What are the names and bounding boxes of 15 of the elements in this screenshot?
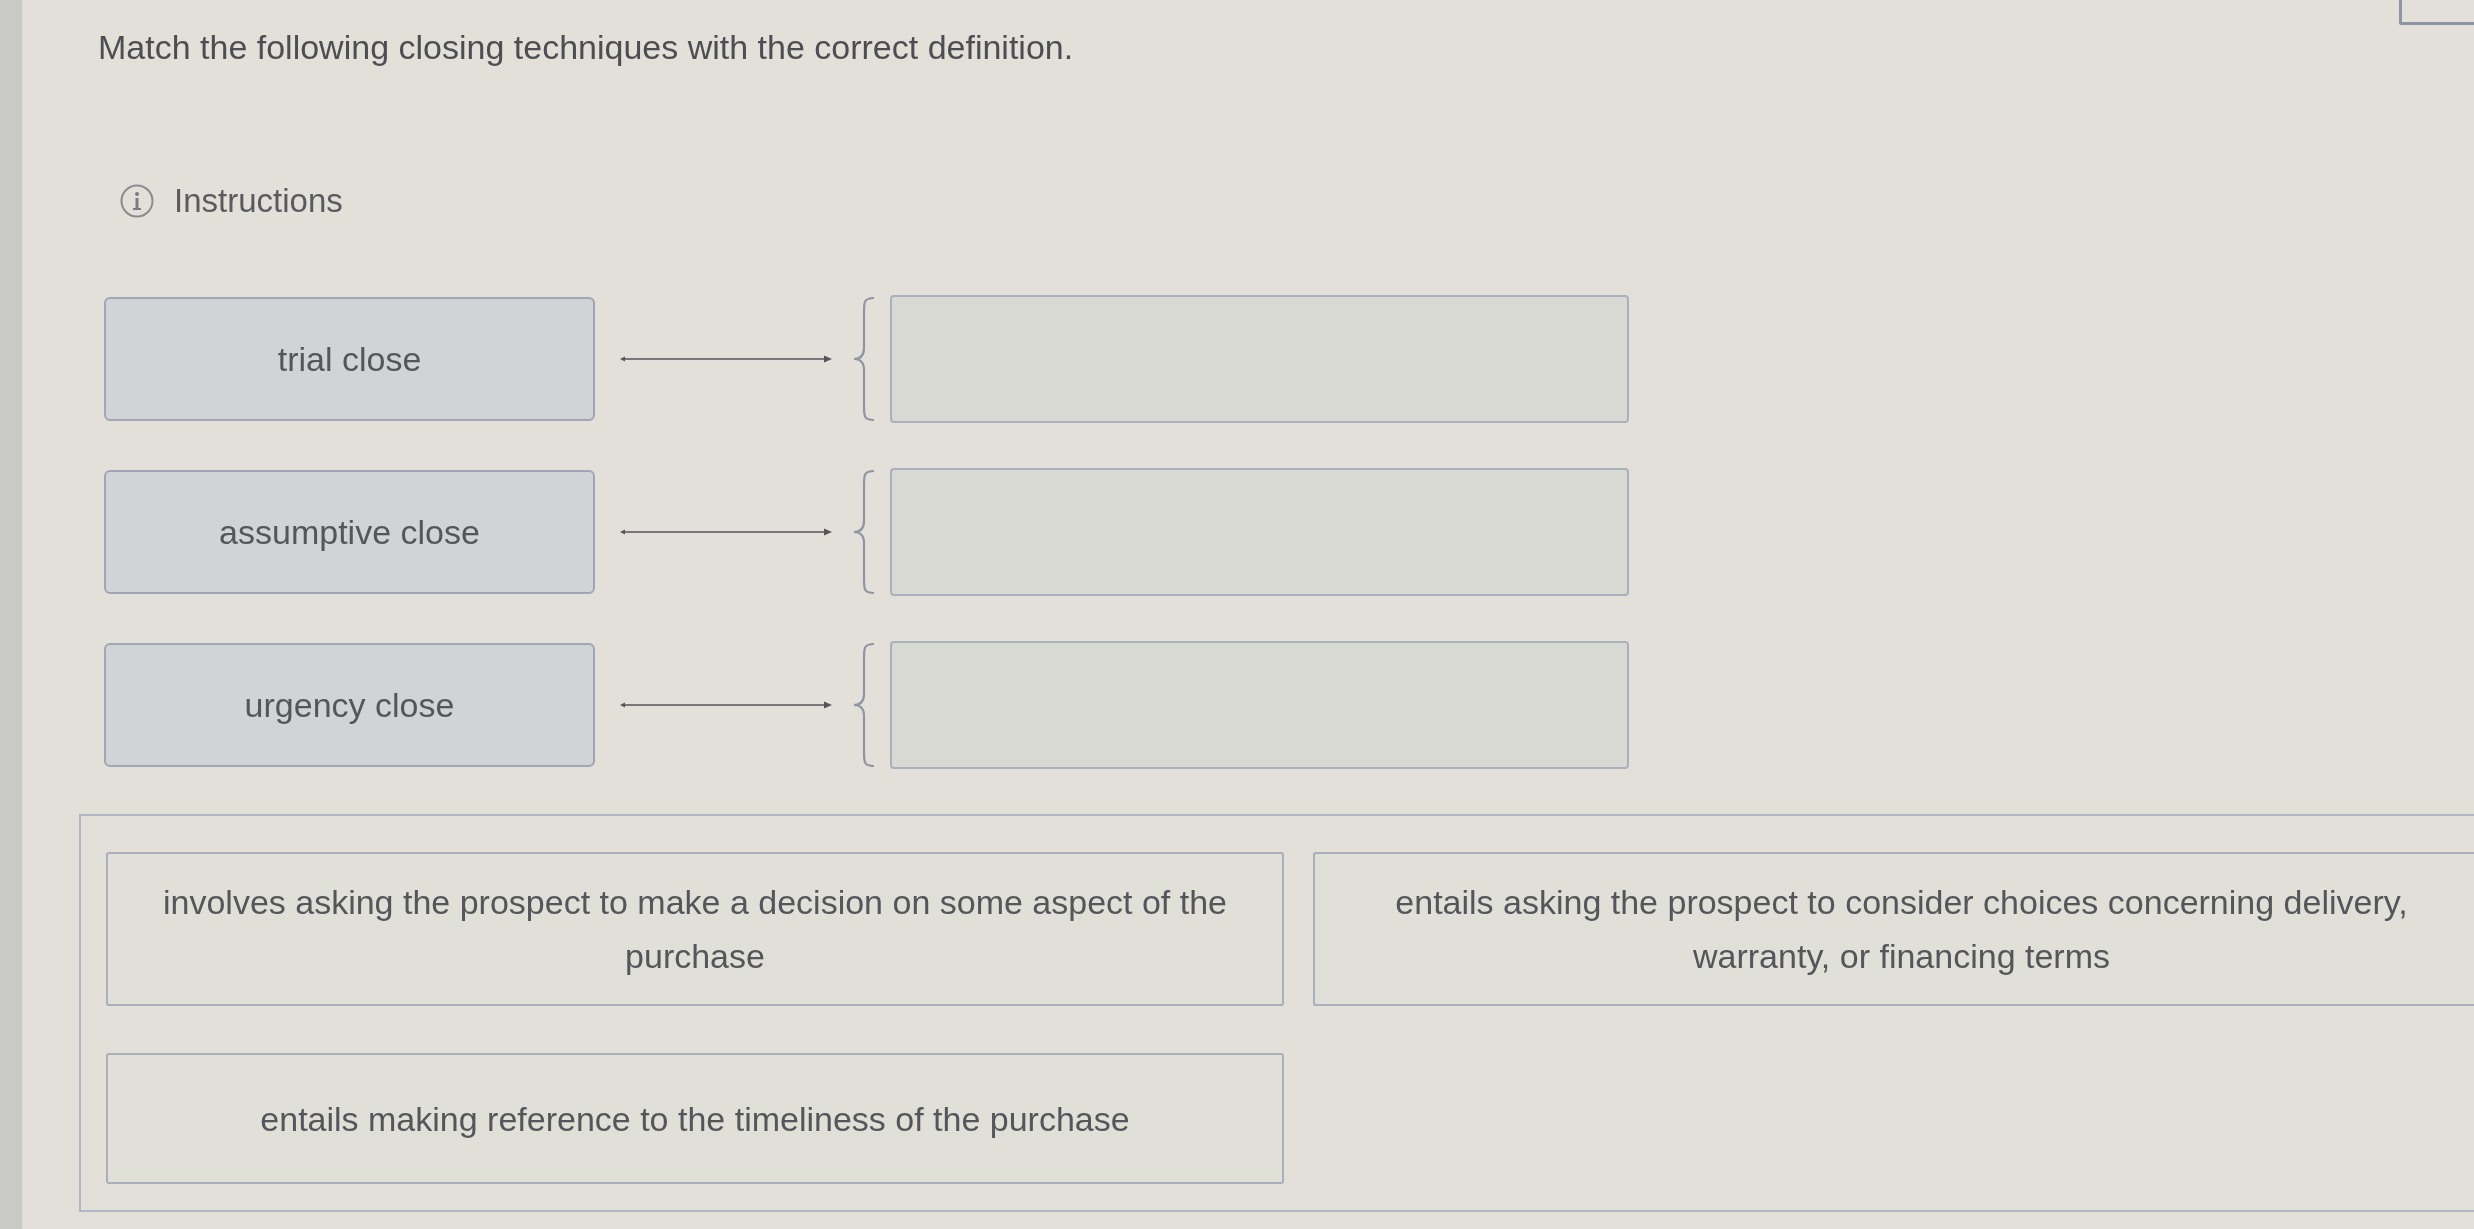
drop-zone-field[interactable] — [890, 468, 1629, 596]
term-card: trial close — [104, 297, 595, 421]
term-card: assumptive close — [104, 470, 595, 594]
definition-card[interactable]: entails asking the prospect to consider choices concerning delivery, warranty, or financing terms — [1313, 852, 2474, 1006]
drop-zone-field[interactable] — [890, 295, 1629, 423]
instructions-link[interactable]: Instructions — [174, 181, 343, 221]
question-prompt: Match the following closing techniques with the correct definition. — [98, 27, 1075, 67]
info-icon[interactable] — [120, 184, 154, 218]
curly-brace-icon — [852, 642, 876, 768]
definition-card[interactable]: involves asking the prospect to make a decision on some aspect of the purchase — [106, 852, 1284, 1006]
curly-brace-icon — [852, 469, 876, 595]
definition-card[interactable]: entails making reference to the timeliness of the purchase — [106, 1053, 1284, 1184]
drop-zone-field[interactable] — [890, 641, 1629, 769]
curly-brace-icon — [852, 296, 876, 422]
term-card: urgency close — [104, 643, 595, 767]
